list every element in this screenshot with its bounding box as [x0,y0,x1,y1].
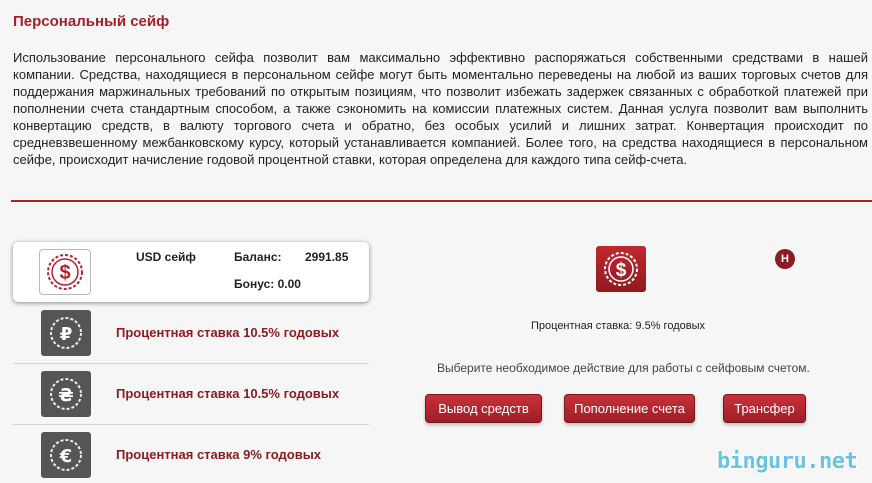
rate-text: Процентная ставка 10.5% годовых [116,386,340,401]
safe-row-uah[interactable]: ₴ Процентная ставка 10.5% годовых [13,367,369,425]
intro-text: Использование персонального сейфа позвол… [13,50,868,167]
help-badge[interactable]: H [775,249,795,269]
safe-row-rub[interactable]: ₽ Процентная ставка 10.5% годовых [13,306,369,364]
section-divider [11,200,872,202]
euro-symbol: € [59,446,73,467]
balance-value: 2991.85 [305,250,349,264]
dollar-safe-icon: $ [39,249,91,295]
withdraw-button[interactable]: Вывод средств [425,394,542,423]
svg-text:$: $ [59,262,70,284]
selected-safe-icon: $ [596,246,646,292]
ruble-safe-icon: ₽ [41,310,91,356]
safe-name: USD сейф [136,250,196,264]
safe-row-eur[interactable]: € Процентная ставка 9% годовых [13,428,369,483]
deposit-button[interactable]: Пополнение счета [564,394,695,423]
euro-safe-icon: € [41,432,91,478]
safe-card-usd[interactable]: $ USD сейф Баланс: 2991.85 Бонус: 0.00 [13,242,369,302]
hryvnia-symbol: ₴ [58,385,73,406]
page-title: Персональный сейф [13,13,170,30]
rate-text: Процентная ставка 9% годовых [116,447,322,462]
rate-text: Процентная ставка 10.5% годовых [116,325,340,340]
choose-action-text: Выберите необходимое действие для работы… [437,361,810,375]
hryvnia-safe-icon: ₴ [41,371,91,417]
transfer-button[interactable]: Трансфер [723,394,806,423]
bonus-value: Бонус: 0.00 [234,277,301,291]
watermark: binguru.net [717,449,858,474]
ruble-symbol: ₽ [60,324,73,345]
balance-label: Баланс: [234,250,282,264]
rate-info: Процентная ставка: 9.5% годовых [531,320,705,332]
svg-text:$: $ [616,260,627,281]
